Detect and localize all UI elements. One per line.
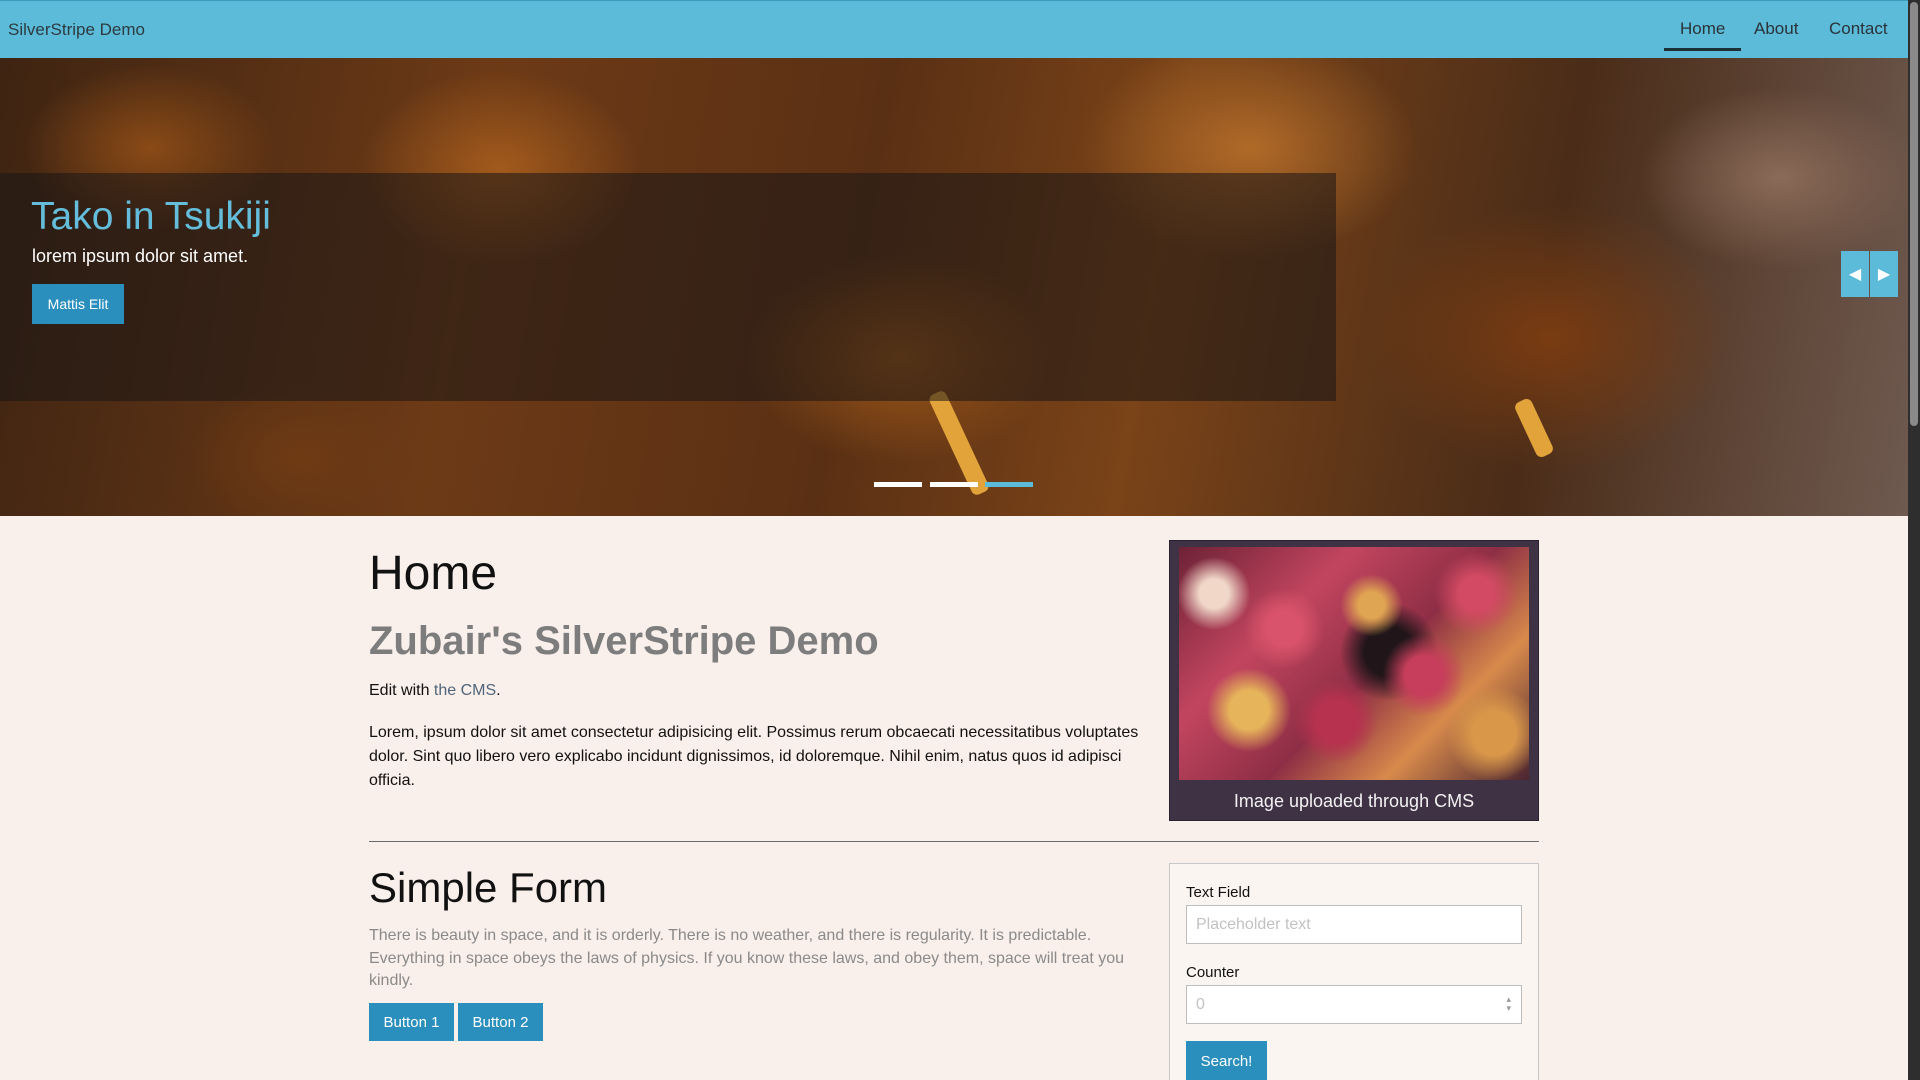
- text-field-input[interactable]: Placeholder text: [1186, 905, 1522, 944]
- button-2[interactable]: Button 2: [458, 1003, 543, 1041]
- form-section-quote: There is beauty in space, and it is orde…: [369, 927, 1125, 989]
- carousel-prev-button[interactable]: ◀: [1841, 251, 1869, 297]
- edit-prefix: Edit with: [369, 682, 434, 699]
- section-divider: [369, 841, 1539, 842]
- button-1[interactable]: Button 1: [369, 1003, 454, 1041]
- cms-link[interactable]: the CMS: [434, 682, 496, 699]
- page-scrollbar[interactable]: [1908, 0, 1920, 1080]
- arrow-right-icon: ▶: [1877, 266, 1891, 283]
- arrow-left-icon: ◀: [1848, 266, 1862, 283]
- navbar: SilverStripe Demo Home About Contact: [0, 0, 1908, 58]
- nav-item-about[interactable]: About: [1754, 19, 1798, 39]
- page-subtitle: Zubair's SilverStripe Demo: [369, 619, 879, 663]
- counter-value: 0: [1196, 996, 1205, 1013]
- counter-input[interactable]: 0 ▴ ▾: [1186, 985, 1522, 1024]
- carousel-image-detail: [1513, 397, 1555, 459]
- search-button[interactable]: Search!: [1186, 1041, 1267, 1080]
- carousel-indicator-3[interactable]: [985, 482, 1033, 487]
- carousel-indicator-1[interactable]: [874, 482, 922, 487]
- nav-item-contact[interactable]: Contact: [1829, 19, 1888, 39]
- carousel-next-button[interactable]: ▶: [1870, 251, 1898, 297]
- page: SilverStripe Demo Home About Contact Tak…: [0, 0, 1908, 1080]
- image-caption: Image uploaded through CMS: [1233, 791, 1475, 811]
- maple-leaves-image: [1179, 547, 1529, 780]
- spinner-arrows-icon[interactable]: ▴ ▾: [1506, 995, 1511, 1013]
- carousel-indicator-2[interactable]: [930, 482, 978, 487]
- carousel-image-detail: [927, 389, 991, 497]
- form-section-title: Simple Form: [369, 864, 608, 911]
- simple-form: Text Field Placeholder text Counter 0 ▴ ▾…: [1169, 863, 1539, 1080]
- hero-carousel: Tako in Tsukiji lorem ipsum dolor sit am…: [0, 58, 1908, 516]
- nav-item-home[interactable]: Home: [1663, 19, 1742, 51]
- carousel-cta-button[interactable]: Mattis Elit: [32, 284, 124, 324]
- carousel-title: Tako in Tsukiji: [31, 195, 271, 238]
- image-card: Image uploaded through CMS: [1169, 540, 1539, 821]
- page-title: Home: [369, 547, 498, 600]
- counter-label: Counter: [1186, 964, 1240, 981]
- edit-suffix: .: [496, 682, 501, 699]
- carousel-text: lorem ipsum dolor sit amet.: [32, 246, 249, 266]
- edit-line: Edit with the CMS.: [369, 682, 501, 700]
- text-field-label: Text Field: [1186, 884, 1251, 901]
- brand-link[interactable]: SilverStripe Demo: [8, 20, 145, 40]
- scrollbar-thumb[interactable]: [1910, 2, 1918, 426]
- body-paragraph: Lorem, ipsum dolor sit amet consectetur …: [369, 724, 1139, 789]
